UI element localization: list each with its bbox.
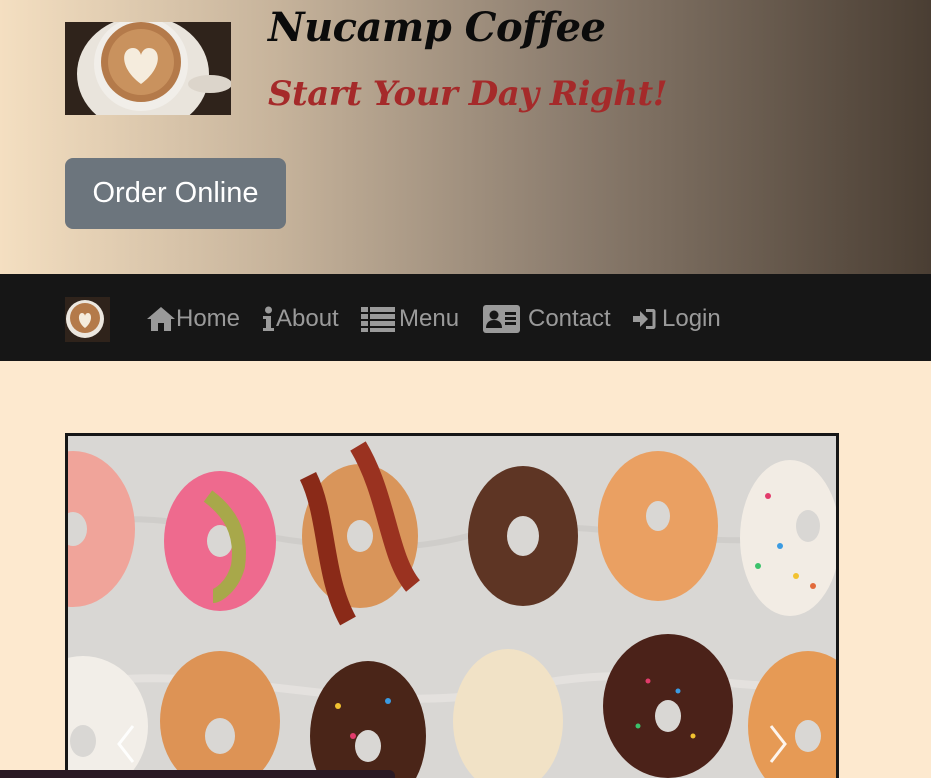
nav-item-menu[interactable]: Menu [361, 304, 459, 334]
carousel-prev-button[interactable] [106, 716, 146, 776]
address-card-icon [483, 305, 520, 333]
home-icon [146, 306, 176, 332]
header-jumbotron: Nucamp Coffee Start Your Day Right! Orde… [0, 0, 931, 274]
sign-in-icon [633, 308, 656, 330]
chevron-left-icon [116, 724, 136, 769]
brand-tagline: Start Your Day Right! [268, 74, 668, 114]
nav-label-about: About [276, 305, 339, 332]
nav-item-contact[interactable]: Contact [483, 304, 611, 334]
info-icon [262, 306, 275, 332]
order-online-button[interactable]: Order Online [65, 158, 286, 229]
logo-image [65, 22, 231, 115]
list-icon [361, 306, 395, 332]
bottom-overlay-bar [0, 770, 395, 778]
image-carousel [65, 433, 839, 778]
carousel-next-button[interactable] [758, 716, 798, 776]
nav-label-menu: Menu [399, 305, 460, 332]
nav-item-about[interactable]: About [262, 304, 339, 334]
nav-label-home: Home [176, 305, 241, 332]
brand-title: Nucamp Coffee [268, 4, 606, 51]
nav-item-login[interactable]: Login [633, 304, 721, 334]
nav-label-login: Login [662, 305, 721, 332]
donuts-image [68, 436, 836, 778]
navbar: Home About Menu Contact Login [0, 274, 931, 361]
navbar-logo[interactable] [65, 297, 110, 342]
nav-item-home[interactable]: Home [146, 304, 240, 334]
nav-label-contact: Contact [528, 305, 611, 332]
chevron-right-icon [768, 724, 788, 769]
